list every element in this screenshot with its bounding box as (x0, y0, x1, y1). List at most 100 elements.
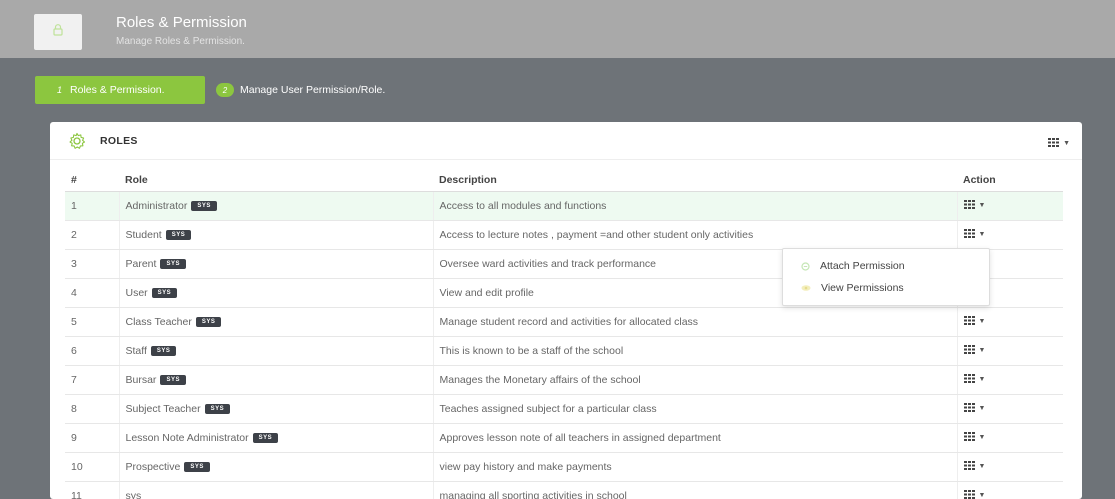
chevron-down-icon: ▼ (978, 434, 986, 441)
page-subtitle: Manage Roles & Permission. (116, 36, 245, 47)
role-cell: Student SYS (119, 220, 434, 250)
step-roles-permission[interactable]: 1 Roles & Permission. (35, 76, 205, 104)
table-row: 8 Subject Teacher SYS Teaches assigned subj… (65, 394, 1063, 424)
row-action-button[interactable]: ▼ (963, 402, 985, 415)
step-label: Manage User Permission/Role. (240, 84, 386, 96)
role-name: Prospective (125, 460, 181, 473)
role-cell: Parent SYS (119, 249, 434, 279)
description-cell: This is known to be a staff of the schoo… (433, 336, 958, 366)
column-header-description: Description (433, 169, 957, 192)
chevron-down-icon: ▼ (978, 231, 986, 238)
step-label: Roles & Permission. (70, 84, 165, 96)
action-cell: ▼ (957, 452, 1063, 482)
action-cell: ▼ (957, 307, 1063, 337)
description-cell: managing all sporting activities in scho… (433, 481, 958, 499)
role-name: Parent (125, 257, 157, 270)
grid-icon (963, 199, 975, 212)
card-header: ROLES ▼ (50, 122, 1082, 160)
sys-badge: SYS (184, 461, 210, 472)
action-cell: ▼ (957, 423, 1063, 453)
step-manage-user-permission[interactable]: 2 Manage User Permission/Role. (216, 76, 385, 104)
action-cell: ▼ (957, 191, 1063, 221)
description-cell: Manages the Monetary affairs of the scho… (433, 365, 958, 395)
table-row: 10 Prospective SYS view pay history and mak… (65, 452, 1063, 482)
grid-icon (1048, 134, 1060, 152)
chevron-down-icon: ▼ (978, 463, 986, 470)
grid-icon (963, 402, 975, 415)
role-cell: Administrator SYS (119, 191, 434, 221)
role-cell: Prospective SYS (119, 452, 434, 482)
column-header-number: # (65, 169, 119, 192)
role-name: Class Teacher (125, 315, 192, 328)
row-number: 6 (65, 336, 120, 366)
gear-icon (68, 132, 86, 155)
action-cell: ▼ (957, 481, 1063, 499)
role-name: Staff (125, 344, 147, 357)
role-cell: Lesson Note Administrator SYS (119, 423, 434, 453)
page-title: Roles & Permission (116, 14, 247, 31)
grid-icon (963, 460, 975, 473)
table-row: 11 sys managing all sporting activities in… (65, 481, 1063, 499)
row-action-button[interactable]: ▼ (963, 315, 985, 328)
grid-icon (963, 344, 975, 357)
row-number: 5 (65, 307, 120, 337)
description-cell: Approves lesson note of all teachers in … (433, 423, 958, 453)
row-number: 4 (65, 278, 120, 308)
grid-icon (963, 489, 975, 499)
table-header-row: # Role Description Action (65, 169, 1063, 192)
grid-icon (963, 228, 975, 241)
sys-badge: SYS (150, 345, 177, 356)
row-action-button[interactable]: ▼ (963, 373, 986, 386)
row-number: 9 (65, 423, 120, 453)
row-number: 1 (65, 191, 120, 221)
view-permissions-menu-item[interactable]: View Permissions (801, 282, 904, 294)
chevron-down-icon: ▼ (978, 376, 986, 383)
sys-badge: SYS (204, 403, 231, 414)
table-row: 1 Administrator SYS Access to all modules a… (65, 191, 1063, 221)
description-cell: Teaches assigned subject for a particula… (433, 394, 958, 424)
action-cell: ▼ (957, 394, 1063, 424)
action-cell: ▼ (957, 336, 1063, 366)
role-name: Bursar (125, 373, 157, 386)
header-icon-box (34, 14, 82, 50)
row-number: 7 (65, 365, 120, 395)
grid-icon (963, 431, 975, 444)
link-icon (801, 261, 810, 271)
role-name: User (125, 286, 148, 299)
row-action-button[interactable]: ▼ (963, 460, 986, 473)
role-cell: Subject Teacher SYS (119, 394, 434, 424)
table-row: 5 Class Teacher SYS Manage student record a… (65, 307, 1063, 337)
row-action-button[interactable]: ▼ (963, 199, 986, 212)
sys-badge: SYS (160, 374, 186, 385)
role-name: Administrator (125, 199, 188, 212)
card-options-button[interactable]: ▼ (1048, 134, 1070, 152)
role-cell: sys (119, 481, 434, 499)
row-action-button[interactable]: ▼ (963, 431, 986, 444)
chevron-down-icon: ▼ (978, 202, 986, 209)
sys-badge: SYS (195, 316, 222, 327)
description-cell: Manage student record and activities for… (433, 307, 958, 337)
row-number: 11 (65, 481, 120, 499)
row-action-button[interactable]: ▼ (963, 344, 985, 357)
table-row: 2 Student SYS Access to lecture notes , pay… (65, 220, 1063, 250)
role-name: Lesson Note Administrator (125, 431, 249, 444)
row-action-button[interactable]: ▼ (963, 489, 985, 499)
action-cell: ▼ (957, 220, 1063, 250)
role-name: Subject Teacher (125, 402, 201, 415)
chevron-down-icon: ▼ (1063, 139, 1070, 147)
column-header-role: Role (119, 169, 433, 192)
row-action-button[interactable]: ▼ (963, 228, 986, 241)
table-row: 7 Bursar SYS Manages the Monetary affairs o… (65, 365, 1063, 395)
row-number: 2 (65, 220, 120, 250)
grid-icon (963, 373, 975, 386)
row-number: 10 (65, 452, 120, 482)
steps-bar: 1 Roles & Permission. 2 Manage User Perm… (0, 58, 1115, 120)
card-title: ROLES (100, 135, 138, 147)
description-cell: Access to lecture notes , payment =and o… (433, 220, 958, 250)
row-number: 3 (65, 249, 120, 279)
step-number: 2 (216, 83, 234, 97)
action-cell: ▼ (957, 365, 1063, 395)
attach-permission-menu-item[interactable]: Attach Permission (801, 260, 905, 272)
role-name: Student (125, 228, 162, 241)
role-cell: Bursar SYS (119, 365, 434, 395)
